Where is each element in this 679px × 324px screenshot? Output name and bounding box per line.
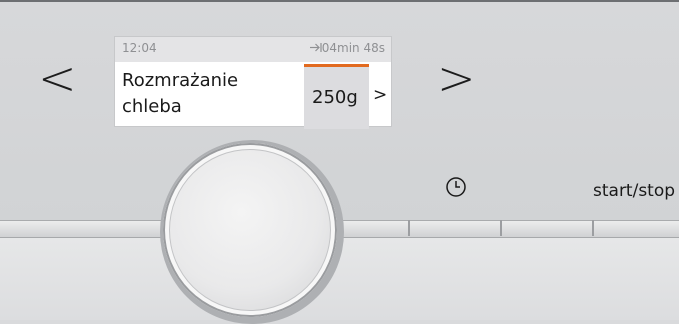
status-bar: 12:04 04min 48s <box>115 37 391 62</box>
weight-value: 250g <box>312 87 358 108</box>
chevron-right-icon[interactable]: > <box>373 85 387 105</box>
skip-to-end-icon <box>309 43 322 52</box>
remaining-time-value: 04min 48s <box>321 41 385 55</box>
rotary-knob[interactable] <box>163 143 337 317</box>
start-stop-button[interactable]: start/stop <box>593 181 675 201</box>
button-divider <box>592 220 594 236</box>
button-divider <box>500 220 502 236</box>
remaining-time: 04min 48s <box>309 41 385 55</box>
button-divider <box>408 220 410 236</box>
clock-time: 12:04 <box>122 41 157 55</box>
program-name: Rozmrażanie chleba <box>122 70 239 117</box>
next-button[interactable]: > <box>437 55 476 101</box>
clock-icon[interactable] <box>445 176 467 198</box>
previous-button[interactable]: < <box>38 55 77 101</box>
display-screen: 12:04 04min 48s Rozmrażanie chleba 250g … <box>115 37 391 129</box>
weight-setting[interactable]: 250g <box>304 64 369 129</box>
